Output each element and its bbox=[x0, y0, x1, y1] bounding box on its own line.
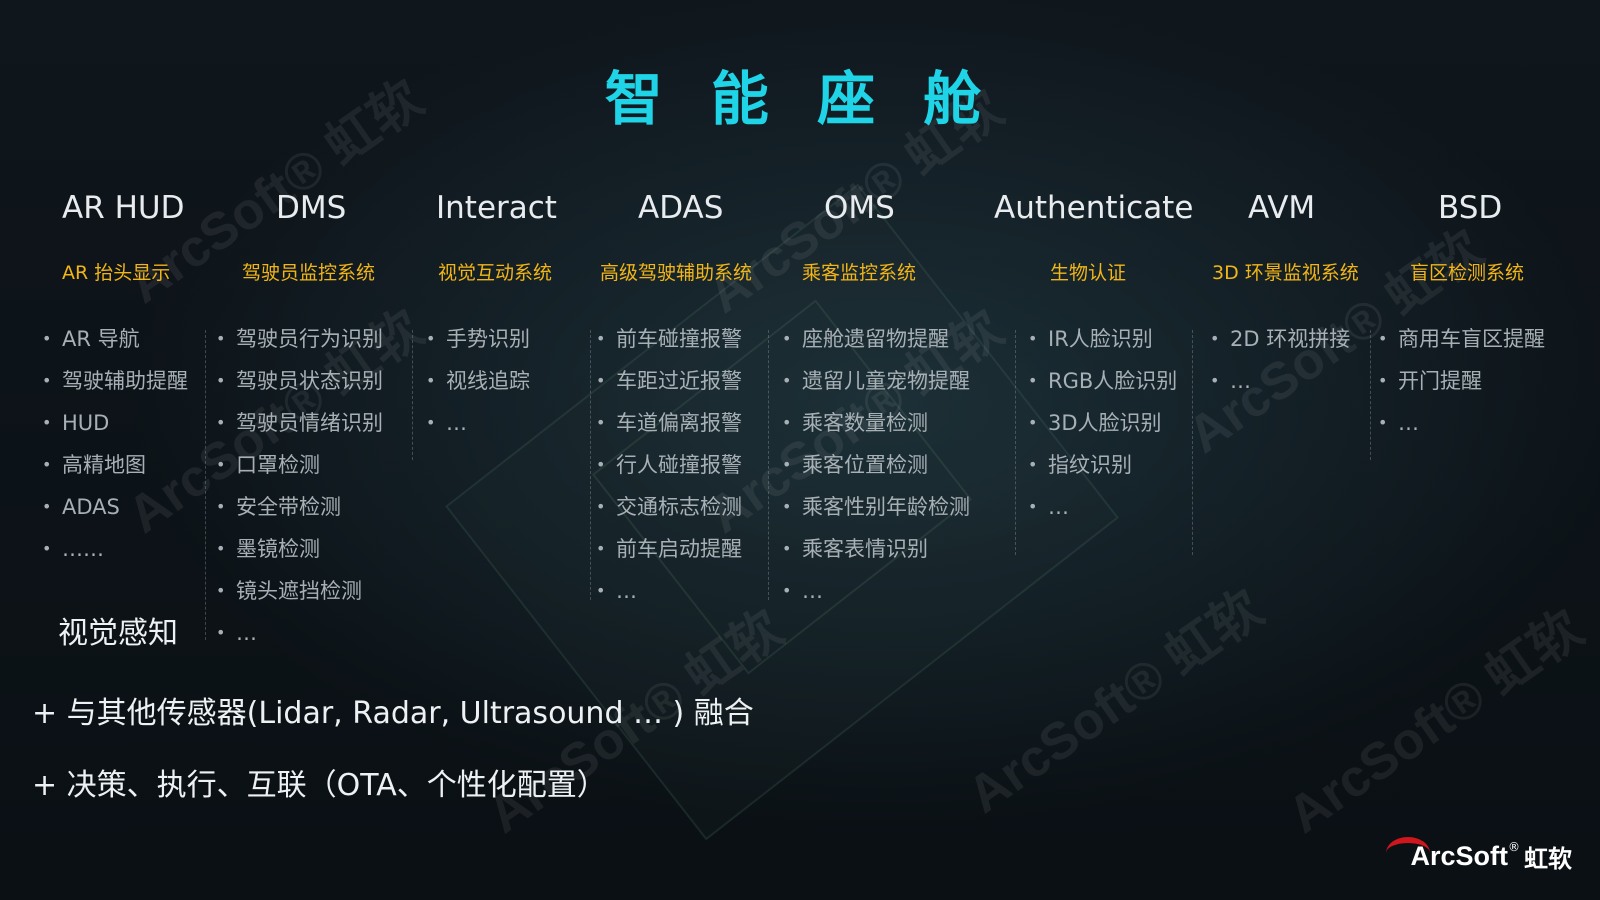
list-item: 驾驶员情绪识别 bbox=[216, 411, 383, 453]
list-item: 遗留儿童宠物提醒 bbox=[782, 369, 970, 411]
list-item: 乘客位置检测 bbox=[782, 453, 970, 495]
list-item: 镜头遮挡检测 bbox=[216, 579, 383, 621]
list-item: 商用车盲区提醒 bbox=[1378, 327, 1545, 369]
sensor-fusion-line: + 与其他传感器(Lidar, Radar, Ultrasound … ) 融合 bbox=[32, 696, 754, 731]
feature-list-dms: 驾驶员行为识别 驾驶员状态识别 驾驶员情绪识别 口罩检测 安全带检测 墨镜检测 … bbox=[216, 327, 383, 663]
list-item: 驾驶员行为识别 bbox=[216, 327, 383, 369]
list-item: … bbox=[1210, 369, 1350, 411]
list-item: 车距过近报警 bbox=[596, 369, 742, 411]
list-item: … bbox=[216, 621, 383, 663]
column-title-bsd: BSD bbox=[1438, 190, 1503, 226]
column-subtitle-interact: 视觉互动系统 bbox=[438, 262, 553, 284]
column-subtitle-ar-hud: AR 抬头显示 bbox=[62, 262, 171, 284]
list-item: 指纹识别 bbox=[1028, 453, 1177, 495]
list-item: ADAS bbox=[42, 495, 188, 537]
list-item: IR人脸识别 bbox=[1028, 327, 1177, 369]
feature-list-avm: 2D 环视拼接 … bbox=[1210, 327, 1350, 411]
list-item: … bbox=[596, 579, 742, 621]
column-subtitle-oms: 乘客监控系统 bbox=[802, 262, 917, 284]
column-title-authenticate: Authenticate bbox=[994, 190, 1194, 226]
decision-line: + 决策、执行、互联（OTA、个性化配置） bbox=[32, 768, 607, 803]
column-subtitle-authenticate: 生物认证 bbox=[1050, 262, 1127, 284]
column-divider bbox=[768, 330, 769, 600]
column-title-oms: OMS bbox=[824, 190, 895, 226]
list-item: 前车碰撞报警 bbox=[596, 327, 742, 369]
column-divider bbox=[412, 330, 413, 460]
column-title-avm: AVM bbox=[1248, 190, 1316, 226]
perception-label: 视觉感知 bbox=[58, 616, 178, 651]
feature-list-interact: 手势识别 视线追踪 … bbox=[426, 327, 530, 453]
list-item: 墨镜检测 bbox=[216, 537, 383, 579]
column-subtitle-avm: 3D 环景监视系统 bbox=[1212, 262, 1359, 284]
list-item: 口罩检测 bbox=[216, 453, 383, 495]
column-title-interact: Interact bbox=[436, 190, 557, 226]
logo-registered-mark: ® bbox=[1508, 839, 1520, 854]
list-item: 驾驶员状态识别 bbox=[216, 369, 383, 411]
column-subtitle-dms: 驾驶员监控系统 bbox=[242, 262, 376, 284]
list-item: RGB人脸识别 bbox=[1028, 369, 1177, 411]
logo-arc-icon bbox=[1386, 836, 1431, 869]
list-item: … bbox=[782, 579, 970, 621]
column-divider bbox=[590, 330, 591, 600]
logo-chinese-text: 虹软 bbox=[1524, 845, 1572, 873]
column-divider bbox=[1015, 330, 1016, 555]
column-subtitle-adas: 高级驾驶辅助系统 bbox=[600, 262, 753, 284]
feature-list-bsd: 商用车盲区提醒 开门提醒 … bbox=[1378, 327, 1545, 453]
column-divider bbox=[205, 330, 206, 640]
list-item: 乘客表情识别 bbox=[782, 537, 970, 579]
list-item: 前车启动提醒 bbox=[596, 537, 742, 579]
list-item: 乘客数量检测 bbox=[782, 411, 970, 453]
list-item: AR 导航 bbox=[42, 327, 188, 369]
list-item: 手势识别 bbox=[426, 327, 530, 369]
page-title: 智 能 座 舱 bbox=[604, 65, 996, 133]
list-item: 开门提醒 bbox=[1378, 369, 1545, 411]
column-title-dms: DMS bbox=[276, 190, 347, 226]
column-title-adas: ADAS bbox=[638, 190, 724, 226]
list-item: HUD bbox=[42, 411, 188, 453]
feature-list-oms: 座舱遗留物提醒 遗留儿童宠物提醒 乘客数量检测 乘客位置检测 乘客性别年龄检测 … bbox=[782, 327, 970, 621]
column-divider bbox=[1192, 330, 1193, 555]
list-item: 交通标志检测 bbox=[596, 495, 742, 537]
list-item: 车道偏离报警 bbox=[596, 411, 742, 453]
feature-list-ar-hud: AR 导航 驾驶辅助提醒 HUD 高精地图 ADAS …… bbox=[42, 327, 188, 579]
arcsoft-logo: ArcSoft ® 虹软 bbox=[1386, 836, 1572, 874]
list-item: 乘客性别年龄检测 bbox=[782, 495, 970, 537]
feature-list-adas: 前车碰撞报警 车距过近报警 车道偏离报警 行人碰撞报警 交通标志检测 前车启动提… bbox=[596, 327, 742, 621]
list-item: … bbox=[1378, 411, 1545, 453]
list-item: 2D 环视拼接 bbox=[1210, 327, 1350, 369]
list-item: 驾驶辅助提醒 bbox=[42, 369, 188, 411]
list-item: 行人碰撞报警 bbox=[596, 453, 742, 495]
column-title-ar-hud: AR HUD bbox=[62, 190, 185, 226]
column-subtitle-bsd: 盲区检测系统 bbox=[1410, 262, 1525, 284]
list-item: 安全带检测 bbox=[216, 495, 383, 537]
list-item: 3D人脸识别 bbox=[1028, 411, 1177, 453]
list-item: 座舱遗留物提醒 bbox=[782, 327, 970, 369]
list-item: …… bbox=[42, 537, 188, 579]
list-item: 高精地图 bbox=[42, 453, 188, 495]
list-item: 视线追踪 bbox=[426, 369, 530, 411]
feature-list-authenticate: IR人脸识别 RGB人脸识别 3D人脸识别 指纹识别 … bbox=[1028, 327, 1177, 537]
list-item: … bbox=[426, 411, 530, 453]
column-divider bbox=[1370, 330, 1371, 460]
list-item: … bbox=[1028, 495, 1177, 537]
